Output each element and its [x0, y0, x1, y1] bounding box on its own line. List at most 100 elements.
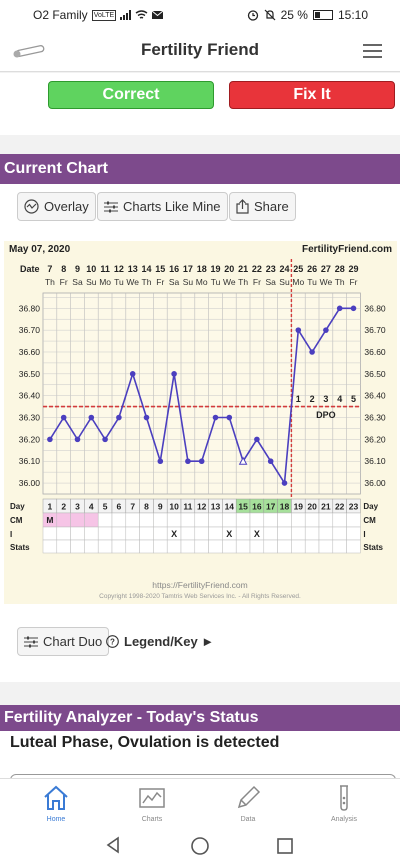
recents-icon[interactable]: [276, 837, 294, 855]
intercourse-mark: X: [254, 529, 260, 539]
day-number: 2: [61, 502, 66, 512]
row-cell: [125, 539, 140, 554]
chart-copyright: Copyright 1998-2020 Tamtris Web Services…: [99, 593, 301, 600]
row-cell: [180, 512, 196, 528]
share-icon: [236, 199, 249, 214]
clock-label: 15:10: [337, 8, 368, 22]
row-cell: [291, 539, 306, 554]
date-label: 19: [210, 264, 220, 274]
temperature-point: [171, 371, 177, 377]
home-icon: [44, 785, 68, 810]
nav-home[interactable]: Home: [6, 779, 106, 825]
temperature-point: [226, 414, 233, 421]
row-cell: [139, 512, 154, 528]
weekday-label: Su: [86, 277, 97, 287]
date-label: 21: [238, 264, 248, 274]
weekday-label: Tu: [211, 277, 221, 287]
chart-brand: FertilityFriend.com: [302, 244, 392, 255]
nav-home-label: Home: [46, 816, 66, 823]
weekday-label: Mo: [292, 277, 304, 287]
row-cell: [318, 539, 334, 554]
wifi-icon: [135, 10, 148, 19]
day-number: 21: [321, 502, 331, 512]
day-number: 12: [197, 502, 207, 512]
home-circle-icon[interactable]: [190, 836, 210, 856]
row-cell: [194, 539, 209, 554]
row-cell: [56, 539, 71, 554]
row-cell: [139, 539, 154, 554]
bbt-chart: May 07, 2020 FertilityFriend.com Date 78…: [4, 241, 397, 604]
temperature-point: [60, 414, 67, 421]
volte-icon: VoLTE: [91, 9, 117, 21]
row-cell: [249, 539, 265, 554]
correct-button[interactable]: Correct: [48, 81, 214, 109]
day-number: 19: [294, 502, 304, 512]
weekday-label: Tu: [114, 277, 124, 287]
current-chart-header: Current Chart: [0, 154, 400, 184]
dpo-number: 5: [351, 394, 356, 404]
row-cell: [263, 539, 278, 554]
nav-analysis[interactable]: Analysis: [294, 779, 394, 825]
dpo-label: DPO: [316, 410, 336, 420]
share-button[interactable]: Share: [229, 192, 296, 221]
weekday-label: We: [320, 277, 333, 287]
overlay-button[interactable]: Overlay: [17, 192, 96, 221]
row-cell: [139, 526, 154, 541]
battery-icon: [312, 10, 333, 20]
nav-charts[interactable]: Charts: [102, 779, 202, 825]
date-label: 18: [197, 264, 207, 274]
temperature-point: [336, 305, 343, 312]
row-cell: [56, 526, 71, 541]
y-tick-label-right: 36.10: [364, 456, 386, 466]
row-label-right: Stats: [363, 543, 383, 552]
day-number: 1: [48, 502, 53, 512]
day-number: 5: [103, 502, 108, 512]
menu-icon[interactable]: [363, 44, 382, 62]
temperature-point: [309, 349, 315, 355]
date-label: 25: [293, 264, 303, 274]
nav-data[interactable]: Data: [198, 779, 298, 825]
row-cell: [346, 539, 361, 554]
row-cell: [304, 512, 320, 528]
temperature-point: [295, 327, 302, 333]
date-label: 26: [307, 264, 317, 274]
y-tick-label-right: 36.60: [364, 347, 386, 357]
analyzer-header: Fertility Analyzer - Today's Status: [0, 705, 400, 731]
legend-key-link[interactable]: ? Legend/Key ►: [100, 627, 220, 656]
row-cell: [166, 512, 182, 528]
date-label: 23: [266, 264, 276, 274]
temperature-point: [157, 458, 164, 465]
row-cell: [277, 526, 292, 541]
y-tick-label-right: 36.30: [364, 413, 386, 423]
row-cell: [97, 512, 113, 528]
weekday-label: Th: [335, 277, 345, 287]
weekday-label: Sa: [265, 277, 276, 287]
row-label-left: Stats: [10, 543, 30, 552]
day-number: 23: [349, 502, 359, 512]
fix-it-button[interactable]: Fix It: [229, 81, 395, 109]
weekday-label: Th: [238, 277, 248, 287]
weekday-label: Mo: [99, 277, 111, 287]
row-label-left: Day: [10, 502, 25, 511]
app-bar: Fertility Friend: [0, 30, 400, 72]
sliders-icon: [24, 636, 38, 647]
row-cell: [208, 512, 223, 528]
row-cell: [84, 512, 99, 528]
back-icon[interactable]: [104, 836, 122, 854]
row-cell: [111, 526, 127, 541]
day-number: 3: [75, 502, 80, 512]
chart-duo-button[interactable]: Chart Duo: [17, 627, 110, 656]
row-cell: [153, 526, 168, 541]
y-tick-label-right: 36.80: [364, 303, 386, 313]
nav-analysis-label: Analysis: [330, 816, 358, 823]
y-tick-label-left: 36.80: [19, 303, 41, 313]
signal-icon: [120, 10, 132, 20]
dpo-number: 4: [337, 394, 342, 404]
test-tube-icon: [340, 785, 348, 811]
date-label: 24: [279, 264, 289, 274]
row-cell: [304, 526, 320, 541]
row-cell: [180, 526, 196, 541]
charts-like-mine-button[interactable]: Charts Like Mine: [97, 192, 228, 221]
row-cell: [263, 526, 278, 541]
intercourse-mark: X: [171, 529, 177, 539]
